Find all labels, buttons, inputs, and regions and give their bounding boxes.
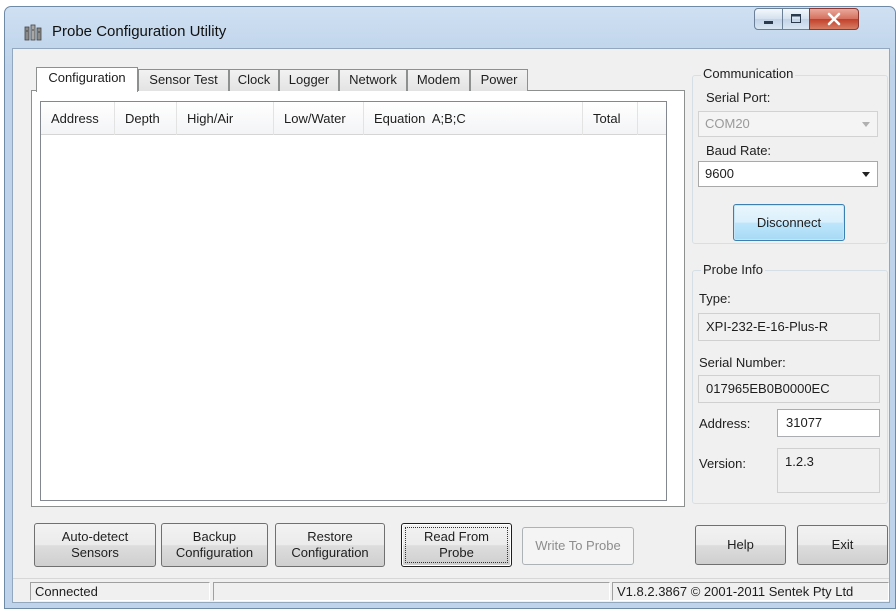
version-label: Version: bbox=[699, 456, 746, 471]
serial-port-combo: COM20 bbox=[698, 111, 878, 137]
column-header-equation[interactable]: Equation A;B;C bbox=[364, 102, 583, 135]
sensor-list-header: Address Depth High/Air Low/Water Equatio… bbox=[41, 102, 666, 135]
read-from-probe-line-2: Probe bbox=[439, 545, 474, 560]
backup-configuration-button[interactable]: Backup Configuration bbox=[161, 523, 268, 567]
column-header-high-air[interactable]: High/Air bbox=[177, 102, 274, 135]
probe-info-group-label: Probe Info bbox=[701, 262, 765, 277]
minimize-icon bbox=[764, 21, 773, 24]
help-button-label: Help bbox=[727, 537, 754, 552]
maximize-button[interactable] bbox=[782, 8, 810, 30]
read-from-probe-line-1: Read From bbox=[423, 529, 490, 544]
tab-sensor-test[interactable]: Sensor Test bbox=[138, 69, 229, 91]
restore-configuration-button[interactable]: Restore Configuration bbox=[275, 523, 385, 567]
tab-network[interactable]: Network bbox=[339, 69, 407, 91]
disconnect-button-label: Disconnect bbox=[756, 214, 822, 230]
column-header-total[interactable]: Total bbox=[583, 102, 638, 135]
status-connection: Connected bbox=[30, 582, 210, 601]
probe-type-label: Type: bbox=[699, 291, 731, 306]
auto-detect-line-2: Sensors bbox=[71, 545, 119, 560]
close-icon bbox=[827, 12, 841, 26]
serial-number-label: Serial Number: bbox=[699, 355, 786, 370]
write-to-probe-label: Write To Probe bbox=[535, 538, 621, 553]
backup-line-1: Backup bbox=[192, 529, 237, 544]
probe-type-field: XPI-232-E-16-Plus-R bbox=[698, 313, 880, 341]
column-header-low-water[interactable]: Low/Water bbox=[274, 102, 364, 135]
serial-port-value: COM20 bbox=[705, 116, 750, 131]
tab-modem[interactable]: Modem bbox=[407, 69, 470, 91]
disconnect-button[interactable]: Disconnect bbox=[733, 204, 845, 241]
write-to-probe-button[interactable]: Write To Probe bbox=[522, 527, 634, 565]
serial-number-field: 017965EB0B0000EC bbox=[698, 375, 880, 403]
address-input[interactable]: 31077 bbox=[777, 409, 880, 437]
window-title: Probe Configuration Utility bbox=[52, 23, 227, 40]
read-from-probe-button[interactable]: Read From Probe bbox=[401, 523, 512, 567]
version-field: 1.2.3 bbox=[777, 448, 880, 493]
tab-clock[interactable]: Clock bbox=[229, 69, 279, 91]
exit-button-label: Exit bbox=[831, 537, 854, 552]
probe-app-icon bbox=[24, 24, 42, 42]
auto-detect-line-1: Auto-detect bbox=[61, 529, 129, 544]
baud-rate-label: Baud Rate: bbox=[706, 143, 772, 158]
tab-power[interactable]: Power bbox=[470, 69, 528, 91]
baud-rate-value: 9600 bbox=[705, 166, 734, 181]
maximize-icon bbox=[791, 14, 801, 23]
status-version-copyright: V1.8.2.3867 © 2001-2011 Sentek Pty Ltd bbox=[612, 582, 889, 601]
restore-line-2: Configuration bbox=[291, 545, 369, 560]
serial-port-label: Serial Port: bbox=[706, 90, 771, 105]
column-header-address[interactable]: Address bbox=[41, 102, 115, 135]
status-middle-panel bbox=[213, 582, 610, 601]
close-window-button[interactable] bbox=[809, 8, 859, 30]
auto-detect-sensors-button[interactable]: Auto-detect Sensors bbox=[34, 523, 156, 567]
address-label: Address: bbox=[699, 416, 751, 431]
baud-rate-combo[interactable]: 9600 bbox=[698, 161, 878, 187]
minimize-button[interactable] bbox=[754, 8, 783, 30]
communication-group-label: Communication bbox=[701, 66, 796, 81]
backup-line-2: Configuration bbox=[175, 545, 254, 560]
sensor-list[interactable] bbox=[40, 101, 667, 501]
column-header-depth[interactable]: Depth bbox=[115, 102, 177, 135]
chevron-down-icon bbox=[862, 122, 870, 127]
chevron-down-icon bbox=[862, 172, 870, 177]
restore-line-1: Restore bbox=[307, 529, 353, 544]
status-bar: Connected V1.8.2.3867 © 2001-2011 Sentek… bbox=[13, 578, 889, 602]
tab-logger[interactable]: Logger bbox=[279, 69, 339, 91]
exit-button[interactable]: Exit bbox=[797, 525, 888, 565]
help-button[interactable]: Help bbox=[695, 525, 786, 565]
tab-configuration[interactable]: Configuration bbox=[36, 67, 138, 92]
